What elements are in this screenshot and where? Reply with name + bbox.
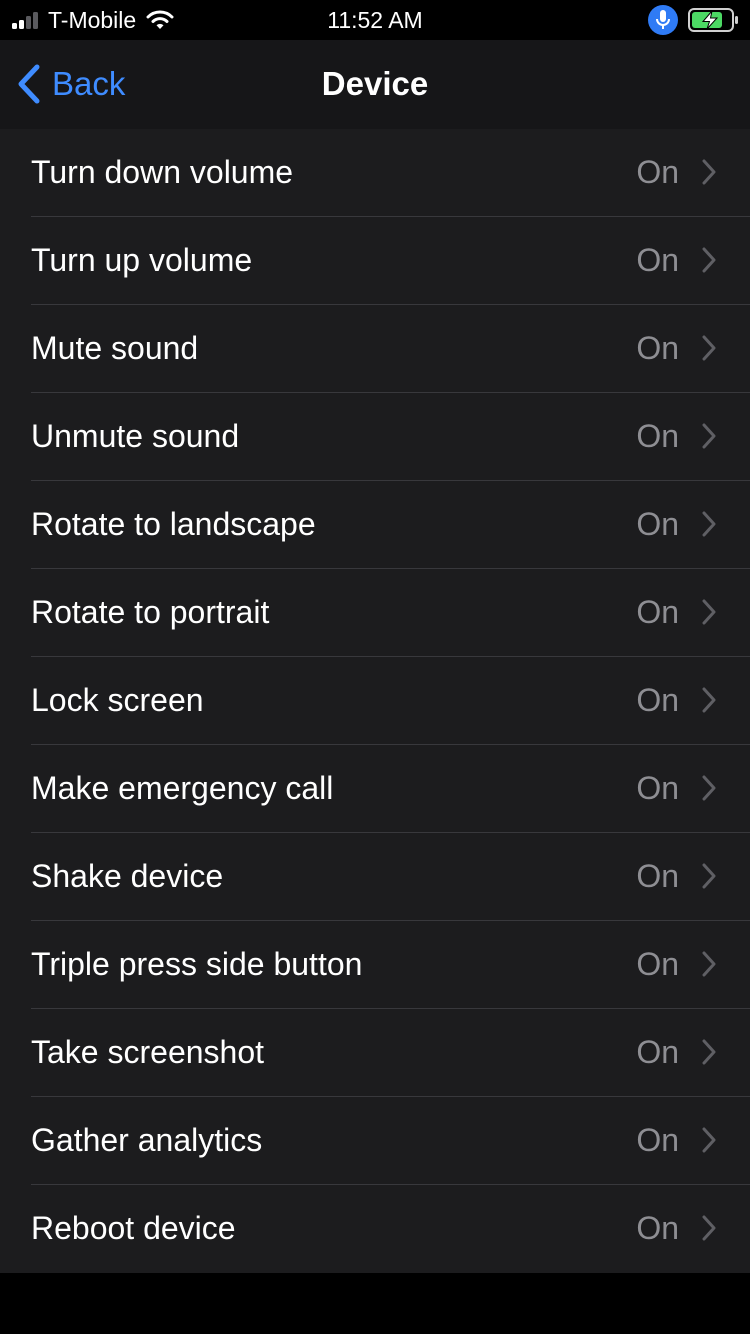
item-label: Take screenshot bbox=[31, 1034, 265, 1070]
list-item[interactable]: Mute sound On bbox=[0, 305, 750, 393]
item-value: On bbox=[636, 1034, 679, 1070]
chevron-right-icon bbox=[702, 1039, 716, 1065]
item-label: Shake device bbox=[31, 858, 224, 894]
list-item[interactable]: Lock screen On bbox=[0, 657, 750, 745]
list-item[interactable]: Turn up volume On bbox=[0, 217, 750, 305]
navigation-bar: Back Device bbox=[0, 40, 750, 129]
item-value: On bbox=[636, 770, 679, 806]
chevron-right-icon bbox=[702, 1215, 716, 1241]
item-label: Turn down volume bbox=[31, 154, 294, 190]
list-item[interactable]: Rotate to portrait On bbox=[0, 569, 750, 657]
list-item[interactable]: Take screenshot On bbox=[0, 1009, 750, 1097]
list-item[interactable]: Make emergency call On bbox=[0, 745, 750, 833]
item-label: Rotate to landscape bbox=[31, 506, 316, 542]
chevron-right-icon bbox=[702, 423, 716, 449]
chevron-right-icon bbox=[702, 247, 716, 273]
chevron-right-icon bbox=[702, 511, 716, 537]
item-label: Unmute sound bbox=[31, 418, 240, 454]
item-value: On bbox=[636, 1210, 679, 1246]
list-item[interactable]: Turn down volume On bbox=[0, 129, 750, 217]
item-value: On bbox=[636, 242, 679, 278]
item-value: On bbox=[636, 682, 679, 718]
chevron-right-icon bbox=[702, 951, 716, 977]
chevron-right-icon bbox=[702, 775, 716, 801]
microphone-icon bbox=[648, 5, 678, 35]
status-bar: T-Mobile 11:52 AM bbox=[0, 0, 750, 40]
page-title: Device bbox=[321, 65, 429, 102]
battery-charging-icon bbox=[688, 8, 738, 32]
chevron-right-icon bbox=[702, 1127, 716, 1153]
item-label: Triple press side button bbox=[31, 946, 363, 982]
item-label: Reboot device bbox=[31, 1210, 236, 1246]
status-time: 11:52 AM bbox=[327, 7, 423, 33]
item-value: On bbox=[636, 418, 679, 454]
item-value: On bbox=[636, 506, 679, 542]
item-value: On bbox=[636, 858, 679, 894]
item-value: On bbox=[636, 154, 679, 190]
list-item[interactable]: Rotate to landscape On bbox=[0, 481, 750, 569]
item-label: Turn up volume bbox=[31, 242, 253, 278]
chevron-right-icon bbox=[702, 159, 716, 185]
chevron-right-icon bbox=[702, 687, 716, 713]
item-label: Gather analytics bbox=[31, 1122, 263, 1158]
status-right bbox=[648, 5, 740, 35]
chevron-right-icon bbox=[702, 335, 716, 361]
item-label: Make emergency call bbox=[31, 770, 334, 806]
item-value: On bbox=[636, 946, 679, 982]
item-value: On bbox=[636, 330, 679, 366]
item-label: Mute sound bbox=[31, 330, 199, 366]
item-value: On bbox=[636, 1122, 679, 1158]
chevron-right-icon bbox=[702, 599, 716, 625]
list-item[interactable]: Gather analytics On bbox=[0, 1097, 750, 1185]
list-item[interactable]: Triple press side button On bbox=[0, 921, 750, 1009]
settings-list: Turn down volume On Turn up volume On Mu… bbox=[0, 129, 750, 1273]
item-label: Lock screen bbox=[31, 682, 204, 718]
list-item[interactable]: Unmute sound On bbox=[0, 393, 750, 481]
chevron-right-icon bbox=[702, 863, 716, 889]
list-item[interactable]: Shake device On bbox=[0, 833, 750, 921]
item-value: On bbox=[636, 594, 679, 630]
item-label: Rotate to portrait bbox=[31, 594, 270, 630]
list-item[interactable]: Reboot device On bbox=[0, 1185, 750, 1273]
